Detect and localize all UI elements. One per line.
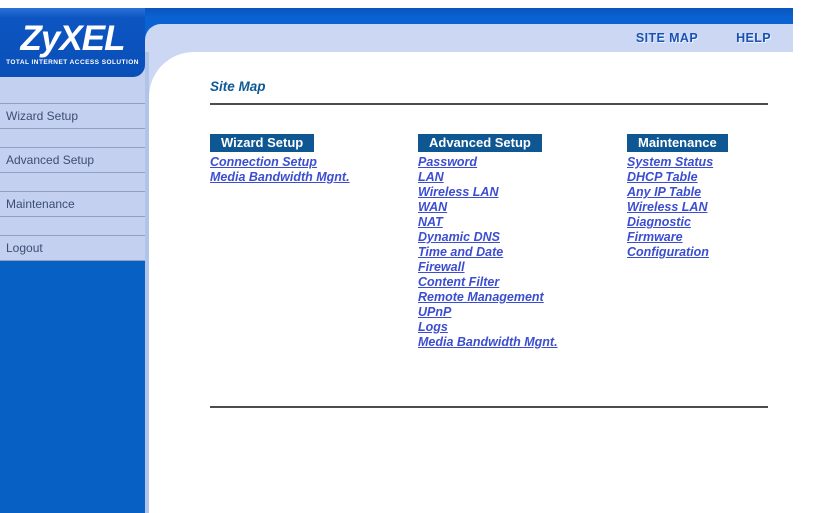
sitemap-link[interactable]: Connection Setup [210,155,418,170]
sitemap-link[interactable]: NAT [418,215,627,230]
sitemap-link[interactable]: Media Bandwidth Mgnt. [210,170,418,185]
column-header: Advanced Setup [418,134,542,152]
sitemap-link[interactable]: Media Bandwidth Mgnt. [418,335,627,350]
sidebar: Wizard Setup Advanced Setup Maintenance Log… [0,8,149,513]
sitemap-link[interactable]: Configuration [627,245,768,260]
logo: ZyXEL Total Internet Access Solution [0,8,145,77]
sitemap-columns: Wizard Setup Connection Setup Media Bandw… [210,134,768,406]
brand-logo-text: ZyXEL [20,19,126,58]
help-link[interactable]: HELP [736,31,771,45]
page-title: Site Map [210,79,266,94]
top-blue-bar [145,8,793,24]
sidebar-item-logout[interactable]: Logout [0,235,145,261]
column-header: Maintenance [627,134,728,152]
sitemap-column-advanced-setup: Advanced Setup Password LAN Wireless LAN WA… [418,134,627,406]
sitemap-link[interactable]: LAN [418,170,627,185]
sitemap-link[interactable]: System Status [627,155,768,170]
brand-tagline: Total Internet Access Solution [6,59,139,66]
sitemap-column-wizard-setup: Wizard Setup Connection Setup Media Bandw… [210,134,418,406]
column-links: Connection Setup Media Bandwidth Mgnt. [210,155,418,185]
sitemap-link[interactable]: Remote Management [418,290,627,305]
site-map-link[interactable]: SITE MAP [636,31,698,45]
sitemap-link[interactable]: Wireless LAN [627,200,768,215]
sitemap-link[interactable]: Firewall [418,260,627,275]
sidebar-item-maintenance[interactable]: Maintenance [0,191,145,217]
sitemap-link[interactable]: DHCP Table [627,170,768,185]
sitemap-link[interactable]: Dynamic DNS [418,230,627,245]
sitemap-link[interactable]: Firmware [627,230,768,245]
bottom-divider [210,406,768,408]
top-nav-bar: SITE MAP HELP [145,24,793,52]
sitemap-link[interactable]: Logs [418,320,627,335]
sitemap-link[interactable]: Time and Date [418,245,627,260]
sidebar-bottom-fill [0,261,145,513]
sidebar-item-wizard-setup[interactable]: Wizard Setup [0,103,145,129]
sitemap-link[interactable]: Wireless LAN [418,185,627,200]
sidebar-item-advanced-setup[interactable]: Advanced Setup [0,147,145,173]
sitemap-link[interactable]: Diagnostic [627,215,768,230]
main-panel: Site Map Wizard Setup Connection Setup Me… [149,52,818,513]
content-area: Site Map Wizard Setup Connection Setup Me… [149,52,768,408]
sitemap-link[interactable]: Any IP Table [627,185,768,200]
column-links: System Status DHCP Table Any IP Table Wirel… [627,155,768,260]
sitemap-column-maintenance: Maintenance System Status DHCP Table Any I… [627,134,768,406]
sitemap-link[interactable]: WAN [418,200,627,215]
sitemap-link[interactable]: Content Filter [418,275,627,290]
top-divider [210,103,768,105]
sitemap-link[interactable]: UPnP [418,305,627,320]
column-header: Wizard Setup [210,134,315,152]
column-links: Password LAN Wireless LAN WAN NAT Dynamic DNS… [418,155,627,350]
sitemap-link[interactable]: Password [418,155,627,170]
